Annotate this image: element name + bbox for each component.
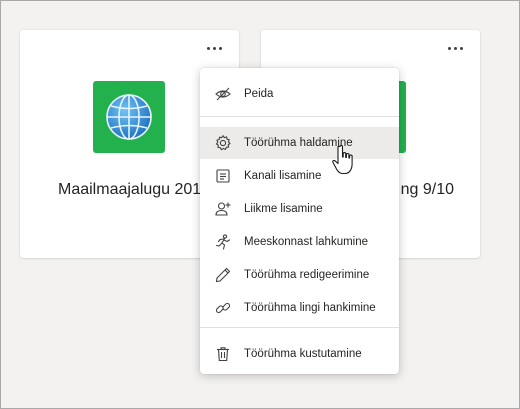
menu-item-add-member[interactable]: Liikme lisamine	[200, 193, 399, 225]
menu-item-leave-team[interactable]: Meeskonnast lahkumine	[200, 226, 399, 258]
more-options-button[interactable]	[203, 40, 225, 56]
menu-item-edit-team[interactable]: Töörühma redigeerimine	[200, 259, 399, 291]
menu-item-label: Töörühma haldamine	[244, 137, 353, 149]
menu-item-add-channel[interactable]: Kanali lisamine	[200, 160, 399, 192]
menu-item-label: Töörühma kustutamine	[244, 348, 362, 360]
menu-item-label: Töörühma redigeerimine	[244, 269, 370, 281]
menu-item-hide[interactable]: Peida	[200, 78, 399, 110]
edit-pencil-icon	[214, 266, 232, 284]
link-icon	[214, 299, 232, 317]
menu-item-delete-team[interactable]: Töörühma kustutamine	[200, 338, 399, 370]
leave-team-icon	[214, 233, 232, 251]
trash-icon	[214, 345, 232, 363]
menu-item-label: Peida	[244, 88, 274, 100]
menu-item-get-link[interactable]: Töörühma lingi hankimine	[200, 292, 399, 324]
menu-item-manage-team[interactable]: Töörühma haldamine	[200, 127, 399, 159]
menu-item-label: Liikme lisamine	[244, 203, 323, 215]
more-options-button[interactable]	[444, 40, 466, 56]
add-member-icon	[214, 200, 232, 218]
menu-item-label: Kanali lisamine	[244, 170, 322, 182]
menu-item-label: Töörühma lingi hankimine	[244, 302, 376, 314]
hide-icon	[214, 85, 232, 103]
team-avatar	[93, 81, 165, 153]
menu-item-label: Meeskonnast lahkumine	[244, 236, 369, 248]
team-context-menu: Peida Töörühma haldamine Kanali lisamine	[200, 68, 399, 374]
add-channel-icon	[214, 167, 232, 185]
menu-divider	[200, 116, 399, 117]
globe-icon	[106, 94, 152, 140]
gear-icon	[214, 134, 232, 152]
menu-divider	[200, 327, 399, 328]
